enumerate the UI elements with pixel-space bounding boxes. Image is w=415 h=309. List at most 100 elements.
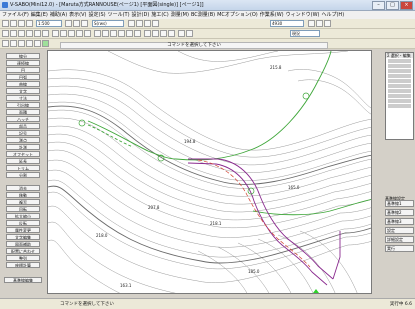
snap-cross-icon[interactable] xyxy=(68,30,75,37)
redo-icon[interactable] xyxy=(136,20,143,27)
save-icon[interactable] xyxy=(18,20,25,27)
cmd-leader[interactable]: 引出線 xyxy=(6,102,40,108)
view-active-icon[interactable] xyxy=(42,40,49,47)
arc-tool-icon[interactable] xyxy=(118,30,125,37)
tree-row[interactable] xyxy=(388,69,411,73)
menu-help[interactable]: ヘルプ(H) xyxy=(321,11,344,19)
cmd-fit-to[interactable]: 配置に合わせ xyxy=(6,248,40,254)
menu-assist[interactable]: 補助(A) xyxy=(50,11,67,19)
fit-icon[interactable] xyxy=(42,30,49,37)
copy-icon[interactable] xyxy=(73,20,80,27)
dimension-tool-icon[interactable] xyxy=(134,30,141,37)
baseline-1-button[interactable]: 基準線1 xyxy=(385,200,414,207)
menu-mc-option[interactable]: MCオプション(O) xyxy=(217,11,258,19)
layer-manager-icon[interactable] xyxy=(178,30,185,37)
undo-icon[interactable] xyxy=(128,20,135,27)
cmd-line[interactable]: 線分 xyxy=(6,53,40,59)
snap-mid-icon[interactable] xyxy=(60,30,67,37)
zoom-in-icon[interactable] xyxy=(2,30,9,37)
view-section-icon[interactable] xyxy=(18,40,25,47)
menu-design[interactable]: 設計(D) xyxy=(132,11,150,19)
circle-tool-icon[interactable] xyxy=(110,30,117,37)
setting-button[interactable]: 設定 xyxy=(385,227,414,234)
menu-survey[interactable]: 測量(M) xyxy=(171,11,189,19)
print-icon[interactable] xyxy=(26,20,33,27)
tree-row[interactable] xyxy=(388,74,411,78)
maximize-icon[interactable]: □ xyxy=(386,1,399,10)
baseline-2-button[interactable]: 基準線2 xyxy=(385,209,414,216)
scale-combo[interactable]: 1:500 xyxy=(36,20,62,27)
cmd-edit-text[interactable]: 文字編集 xyxy=(6,234,40,240)
pan-icon[interactable] xyxy=(26,30,33,37)
line-type-icon[interactable] xyxy=(324,20,331,27)
cmd-curve[interactable]: 曲線 xyxy=(6,81,40,87)
tree-row[interactable] xyxy=(388,59,411,63)
zoom-out-icon[interactable] xyxy=(10,30,17,37)
cmd-drawing-assist[interactable]: 図面補助 xyxy=(6,241,40,247)
cmd-extend[interactable]: 延長 xyxy=(6,158,40,164)
tree-row[interactable] xyxy=(388,64,411,68)
close-icon[interactable]: × xyxy=(400,1,413,10)
area-icon[interactable] xyxy=(152,30,159,37)
cmd-align[interactable]: 整列 xyxy=(6,255,40,261)
menu-file[interactable]: ファイル(F) xyxy=(2,11,29,19)
view-profile-icon[interactable] xyxy=(26,40,33,47)
minimize-icon[interactable]: – xyxy=(372,1,385,10)
detail-setting-button[interactable]: 詳細設定 xyxy=(385,236,414,243)
pen-combo[interactable]: 4930 xyxy=(270,20,304,27)
menu-construction[interactable]: 施工(C) xyxy=(151,11,168,19)
cut-icon[interactable] xyxy=(65,20,72,27)
menu-bc-survey[interactable]: BC測量(B) xyxy=(191,11,215,19)
menu-edit[interactable]: 編集(E) xyxy=(31,11,48,19)
paste-icon[interactable] xyxy=(81,20,88,27)
menu-view[interactable]: 表示(V) xyxy=(69,11,86,19)
cmd-polyline[interactable]: 連続線 xyxy=(6,60,40,66)
cmd-move[interactable]: 移動 xyxy=(6,192,40,198)
grid-icon[interactable] xyxy=(152,20,159,27)
snap-perp-icon[interactable] xyxy=(84,30,91,37)
symbol-icon[interactable] xyxy=(168,30,175,37)
cmd-offset[interactable]: オフセット xyxy=(6,151,40,157)
cmd-change-attribute[interactable]: 属性変更 xyxy=(6,227,40,233)
new-icon[interactable] xyxy=(2,20,9,27)
measure-icon[interactable] xyxy=(144,30,151,37)
menu-tools[interactable]: ツール(T) xyxy=(108,11,130,19)
snap-end-icon[interactable] xyxy=(52,30,59,37)
drawing-canvas[interactable]: 215.8 194.8 165.0 207.8 218.0 185.0 218.… xyxy=(47,50,372,294)
cmd-arc[interactable]: 円弧 xyxy=(6,74,40,80)
cmd-hatch[interactable]: ハッチ xyxy=(6,116,40,122)
execute-button[interactable]: 実行 xyxy=(385,245,414,252)
menu-work[interactable]: 作業系(W) xyxy=(260,11,284,19)
cmd-mirror[interactable]: 反転 xyxy=(6,220,40,226)
baseline-3-button[interactable]: 基準線3 xyxy=(385,218,414,225)
view-top-icon[interactable] xyxy=(2,40,9,47)
layer-combo[interactable]: S(rws) xyxy=(92,20,124,27)
attribute-icon[interactable] xyxy=(186,30,193,37)
cmd-part[interactable]: 部品 xyxy=(6,123,40,129)
cmd-dimension[interactable]: 寸法 xyxy=(6,95,40,101)
cmd-circle[interactable]: 円 xyxy=(6,67,40,73)
cmd-symbol[interactable]: 記号 xyxy=(6,130,40,136)
open-icon[interactable] xyxy=(10,20,17,27)
tree-row[interactable] xyxy=(388,99,411,103)
tree-row[interactable] xyxy=(388,94,411,98)
line-tool-icon[interactable] xyxy=(94,30,101,37)
units-combo[interactable]: 現況 xyxy=(290,30,320,37)
zoom-window-icon[interactable] xyxy=(18,30,25,37)
tree-row[interactable] xyxy=(388,79,411,83)
text-tool-icon[interactable] xyxy=(126,30,133,37)
cmd-erase[interactable]: 消去 xyxy=(6,185,40,191)
redraw-icon[interactable] xyxy=(34,30,41,37)
baseline-edit-button[interactable]: 基準線編集 xyxy=(4,277,42,283)
polyline-tool-icon[interactable] xyxy=(102,30,109,37)
color-icon[interactable] xyxy=(316,20,323,27)
hatch-icon[interactable] xyxy=(160,30,167,37)
cmd-copy[interactable]: 複写 xyxy=(6,199,40,205)
layer-icon[interactable] xyxy=(308,20,315,27)
view-3d-icon[interactable] xyxy=(10,40,17,47)
tree-row[interactable] xyxy=(388,104,411,108)
tree-row[interactable] xyxy=(388,89,411,93)
cmd-area[interactable]: 面積 xyxy=(6,109,40,115)
menu-window[interactable]: ウィンドウ(W) xyxy=(286,11,320,19)
properties-icon[interactable] xyxy=(144,20,151,27)
